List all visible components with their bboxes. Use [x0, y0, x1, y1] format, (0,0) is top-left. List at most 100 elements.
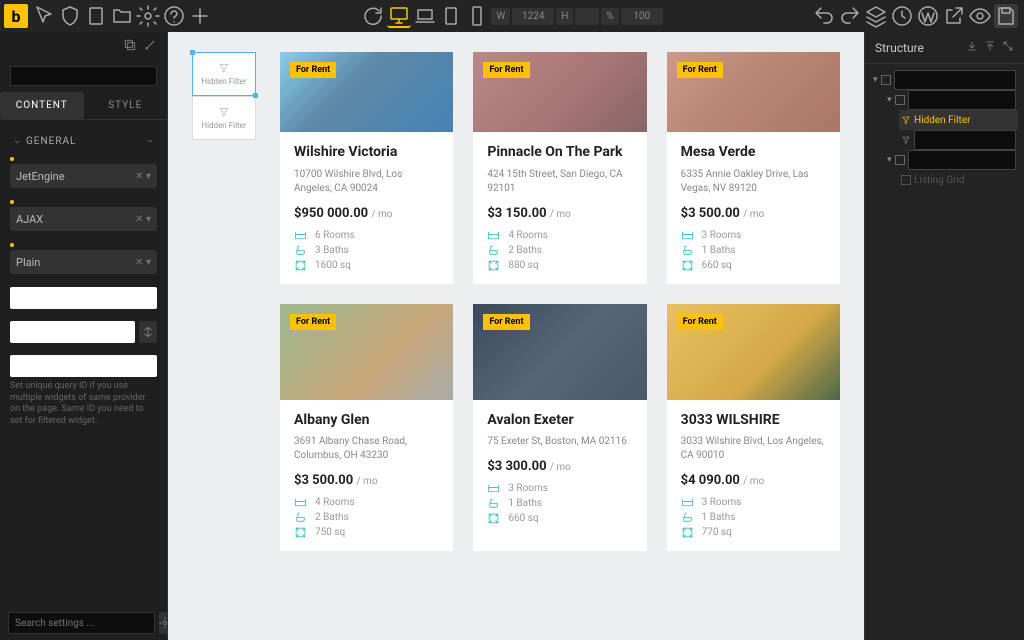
tree-row-hidden-filter[interactable] [899, 130, 1018, 150]
card-title: Pinnacle On The Park [487, 144, 632, 162]
listing-grid[interactable]: For Rent Wilshire Victoria 10700 Wilshir… [280, 52, 840, 551]
page-icon[interactable] [84, 4, 108, 28]
card-title: Wilshire Victoria [294, 144, 439, 162]
stat-baths: 2 Baths [487, 244, 632, 257]
stat-rooms: 4 Rooms [294, 496, 439, 509]
tab-style[interactable]: STYLE [84, 92, 168, 119]
query-field-2[interactable] [10, 321, 135, 343]
hidden-filter-label: Hidden Filter [201, 121, 246, 130]
card-address: 424 15th Street, San Diego, CA 92101 [487, 168, 632, 196]
element-selector-input[interactable] [10, 66, 157, 86]
eye-icon[interactable] [968, 4, 992, 28]
width-value[interactable]: 1224 [512, 8, 554, 25]
brand-logo[interactable]: b [4, 4, 28, 28]
stat-area: 750 sq [294, 526, 439, 539]
card-address: 10700 Wilshire Blvd, Los Angeles, CA 900… [294, 168, 439, 196]
section-general-label: GENERAL [26, 136, 76, 147]
stat-baths: 3 Baths [294, 244, 439, 257]
tree-row-section[interactable]: ▾ [871, 70, 1018, 90]
stat-baths: 1 Baths [487, 497, 632, 510]
wordpress-icon[interactable] [916, 4, 940, 28]
main-area: CONTENT STYLE GENERAL JetEngine ✕ ▾ AJAX… [0, 32, 1024, 640]
help-icon[interactable] [162, 4, 186, 28]
card-price: $3 300.00 / mo [487, 459, 632, 474]
listing-card[interactable]: For Rent Avalon Exeter 75 Exeter St, Bos… [473, 304, 646, 552]
sidebar-right: Structure ▾ ▾ Hidden Filter ▾ Listing Gr… [864, 32, 1024, 640]
phone-icon[interactable] [465, 4, 489, 28]
tablet-icon[interactable] [439, 4, 463, 28]
rent-badge: For Rent [677, 62, 723, 78]
stat-baths: 1 Baths [681, 244, 826, 257]
listing-card[interactable]: For Rent Pinnacle On The Park 424 15th S… [473, 52, 646, 284]
hidden-filter-label: Hidden Filter [201, 77, 246, 86]
structure-upload-icon[interactable] [984, 40, 996, 55]
card-image: For Rent [280, 52, 453, 132]
card-address: 3033 Wilshire Blvd, Los Angeles, CA 9001… [681, 435, 826, 463]
tab-content[interactable]: CONTENT [0, 92, 84, 119]
stat-area: 1600 sq [294, 259, 439, 272]
shield-icon[interactable] [58, 4, 82, 28]
card-price: $3 500.00 / mo [294, 473, 439, 488]
stat-rooms: 3 Rooms [681, 229, 826, 242]
select-format-value: Plain [16, 256, 135, 269]
height-value[interactable] [575, 8, 599, 25]
gear-icon[interactable] [136, 4, 160, 28]
canvas[interactable]: Hidden Filter Hidden Filter For Rent Wil… [168, 32, 864, 640]
select-apply-type[interactable]: AJAX ✕ ▾ [10, 207, 157, 231]
cursor-icon[interactable] [32, 4, 56, 28]
query-field-1[interactable] [10, 287, 157, 309]
sidebar-tabs: CONTENT STYLE [0, 92, 167, 120]
folder-icon[interactable] [110, 4, 134, 28]
hidden-filter-element[interactable]: Hidden Filter [192, 96, 256, 140]
laptop-icon[interactable] [413, 4, 437, 28]
layers-icon[interactable] [864, 4, 888, 28]
zoom-value[interactable]: 100 [621, 8, 663, 25]
search-settings-input[interactable] [8, 612, 155, 634]
rent-badge: For Rent [483, 314, 529, 330]
card-image: For Rent [667, 52, 840, 132]
query-id-field[interactable] [10, 355, 157, 377]
tree-label: Listing Grid [914, 175, 965, 186]
filter-stack: Hidden Filter Hidden Filter [192, 52, 256, 140]
tree-row-listing-grid[interactable]: Listing Grid [899, 170, 1018, 190]
tree-row-hidden-filter-active[interactable]: Hidden Filter [899, 110, 1018, 130]
listing-card[interactable]: For Rent 3033 WILSHIRE 3033 Wilshire Blv… [667, 304, 840, 552]
stat-area: 770 sq [681, 526, 826, 539]
tree-row-container-2[interactable]: ▾ [885, 150, 1018, 170]
card-title: Avalon Exeter [487, 412, 632, 430]
select-apply-value: AJAX [16, 213, 135, 226]
external-link-icon[interactable] [942, 4, 966, 28]
hidden-filter-element-selected[interactable]: Hidden Filter [192, 52, 256, 96]
sidebar-tool-row [0, 32, 167, 62]
stat-baths: 2 Baths [294, 511, 439, 524]
copy-icon[interactable] [123, 38, 137, 56]
card-image: For Rent [667, 304, 840, 400]
save-icon[interactable] [994, 4, 1018, 28]
rent-badge: For Rent [483, 62, 529, 78]
select-provider[interactable]: JetEngine ✕ ▾ [10, 164, 157, 188]
section-general[interactable]: GENERAL [10, 130, 157, 153]
stat-baths: 1 Baths [681, 511, 826, 524]
undo-icon[interactable] [812, 4, 836, 28]
tree-row-container[interactable]: ▾ [885, 90, 1018, 110]
desktop-icon[interactable] [387, 4, 411, 28]
structure-download-icon[interactable] [966, 40, 978, 55]
stat-area: 660 sq [487, 512, 632, 525]
structure-expand-icon[interactable] [1002, 40, 1014, 55]
refresh-icon[interactable] [361, 4, 385, 28]
redo-icon[interactable] [838, 4, 862, 28]
listing-card[interactable]: For Rent Wilshire Victoria 10700 Wilshir… [280, 52, 453, 284]
wand-icon[interactable] [143, 38, 157, 56]
card-title: 3033 WILSHIRE [681, 412, 826, 430]
history-icon[interactable] [890, 4, 914, 28]
stat-rooms: 3 Rooms [487, 482, 632, 495]
stat-rooms: 6 Rooms [294, 229, 439, 242]
listing-card[interactable]: For Rent Mesa Verde 6335 Annie Oakley Dr… [667, 52, 840, 284]
rent-badge: For Rent [677, 314, 723, 330]
stat-rooms: 4 Rooms [487, 229, 632, 242]
listing-card[interactable]: For Rent Albany Glen 3691 Albany Chase R… [280, 304, 453, 552]
stat-rooms: 3 Rooms [681, 496, 826, 509]
select-format[interactable]: Plain ✕ ▾ [10, 250, 157, 274]
plus-icon[interactable] [188, 4, 212, 28]
dynamic-tag-icon[interactable] [139, 321, 157, 343]
